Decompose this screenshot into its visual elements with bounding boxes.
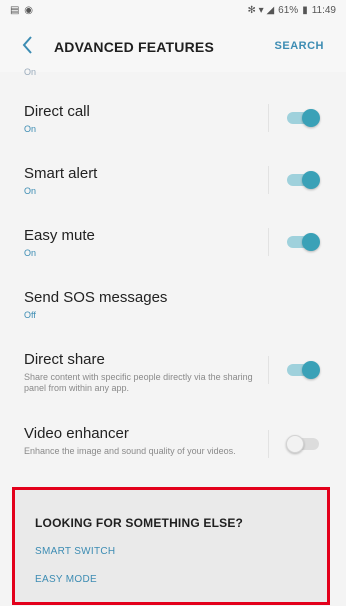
divider (268, 356, 269, 384)
setting-status: On (24, 186, 37, 196)
smart-switch-link[interactable]: SMART SWITCH (35, 546, 115, 557)
battery-level: 61% (278, 5, 299, 16)
setting-title: Easy mute (24, 227, 95, 244)
divider (268, 104, 269, 132)
setting-title: Direct call (24, 103, 90, 120)
smart-alert-toggle[interactable] (284, 171, 320, 189)
setting-video-enhancer[interactable]: Video enhancer Enhance the image and sou… (0, 422, 346, 482)
setting-title: Send SOS messages (24, 289, 168, 306)
setting-description: Enhance the image and sound quality of y… (24, 446, 236, 456)
setting-status: On (24, 248, 37, 258)
setting-send-sos-messages[interactable]: Send SOS messages Off (0, 286, 346, 336)
direct-share-toggle[interactable] (284, 361, 320, 379)
signal-icons: ✻ ▾ ◢ (247, 5, 275, 16)
setting-status: Off (24, 310, 36, 320)
chevron-left-icon[interactable] (20, 34, 40, 58)
suggestions-title: LOOKING FOR SOMETHING ELSE? (35, 516, 244, 530)
easy-mode-link[interactable]: EASY MODE (35, 574, 97, 585)
setting-smart-alert[interactable]: Smart alert On (0, 162, 346, 212)
direct-call-toggle[interactable] (284, 109, 320, 127)
setting-title: Video enhancer (24, 425, 129, 442)
setting-direct-call[interactable]: Direct call On (0, 100, 346, 150)
battery-icon: ▮ (302, 5, 308, 16)
suggestions-panel: LOOKING FOR SOMETHING ELSE? SMART SWITCH… (12, 487, 330, 605)
page-title: ADVANCED FEATURES (54, 39, 214, 55)
status-bar: ▤ ◉ ✻ ▾ ◢ 61% ▮ 11:49 (0, 0, 346, 22)
video-enhancer-toggle[interactable] (284, 435, 320, 453)
setting-title: Smart alert (24, 165, 98, 182)
divider (268, 228, 269, 256)
setting-status: On (24, 124, 37, 134)
app-bar: ADVANCED FEATURES SEARCH (0, 22, 346, 72)
setting-direct-share[interactable]: Direct share Share content with specific… (0, 348, 346, 408)
notification-icons: ▤ ◉ (10, 5, 34, 16)
easy-mute-toggle[interactable] (284, 233, 320, 251)
setting-description: Share content with specific people direc… (24, 372, 253, 393)
clock: 11:49 (311, 5, 336, 16)
search-button[interactable]: SEARCH (275, 40, 324, 52)
divider (268, 430, 269, 458)
cutoff-item-status: On (24, 67, 37, 77)
setting-easy-mute[interactable]: Easy mute On (0, 224, 346, 274)
status-indicators: ✻ ▾ ◢ 61% ▮ 11:49 (248, 5, 336, 16)
divider (268, 166, 269, 194)
setting-title: Direct share (24, 351, 105, 368)
